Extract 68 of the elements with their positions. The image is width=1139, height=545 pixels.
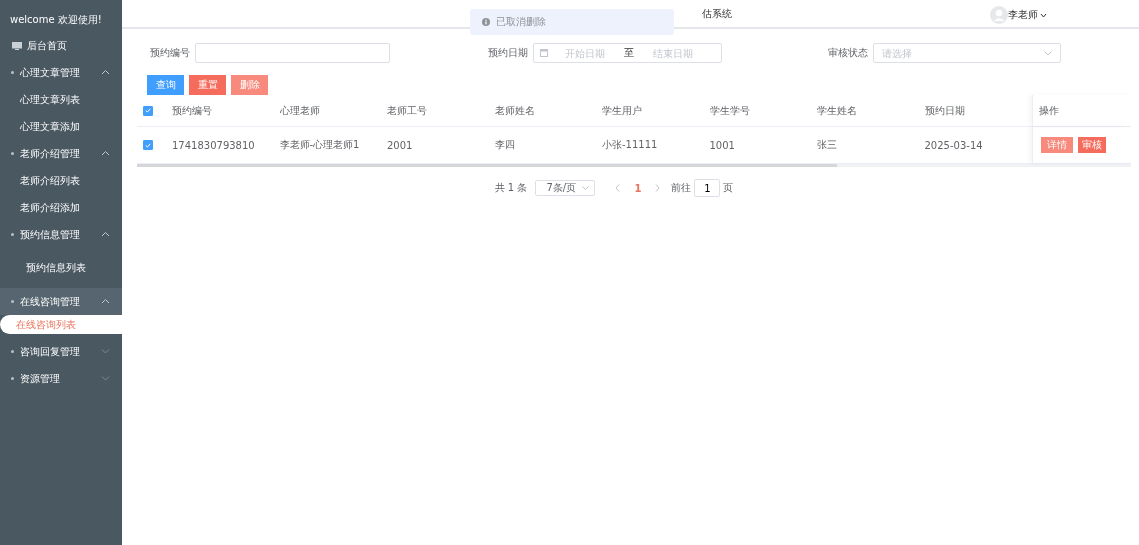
page-suffix: 页 (723, 181, 734, 195)
menu-group[interactable]: 咨询回复管理 (0, 338, 122, 365)
submenu-item[interactable]: 老师介绍列表 (0, 167, 122, 194)
menu-group-label: 老师介绍管理 (20, 146, 81, 161)
page-size-select[interactable]: 7条/页 (535, 180, 596, 196)
submenu-item[interactable]: 心理文章添加 (0, 113, 122, 140)
column-header: 预约编号 (172, 103, 213, 118)
bullet-icon (11, 233, 14, 236)
menu-group-label: 预约信息管理 (20, 227, 81, 242)
menu-group-label: 咨询回复管理 (20, 344, 81, 359)
monitor-icon (12, 41, 22, 50)
column-header: 操作 (1032, 95, 1131, 126)
menu-group-label: 在线咨询管理 (20, 294, 81, 309)
calendar-icon (540, 49, 548, 57)
table-cell-text: 2001 (387, 139, 414, 151)
table-cell-text: 张三 (817, 138, 838, 152)
system-title: 估系统 (702, 7, 732, 21)
total-count: 共 1 条 (494, 181, 528, 195)
caret-icon (1040, 12, 1047, 18)
toast-text: 已取消删除 (496, 15, 546, 29)
chevron-down-icon (1044, 50, 1052, 56)
range-separator: 至 (623, 46, 635, 60)
field-label: 预约编号 (150, 46, 190, 60)
menu-group[interactable]: 心理文章管理 (0, 59, 122, 86)
submenu-item[interactable]: 预约信息列表 (0, 248, 122, 288)
table-cell-text: 1741830793810 (172, 139, 256, 151)
bullet-icon (11, 300, 14, 303)
table-cell-text: 1001 (709, 139, 736, 151)
menu-group[interactable]: 预约信息管理 (0, 221, 122, 248)
table-cell-text: 小张-11111 (602, 138, 659, 152)
checkbox[interactable] (143, 105, 153, 116)
table-cell-text: 李老师-心理老师1 (279, 138, 361, 152)
bullet-icon (11, 350, 14, 353)
booking-number-field[interactable] (195, 43, 390, 63)
checkbox[interactable] (143, 140, 153, 150)
info-icon (482, 18, 490, 26)
chevron-left-icon (615, 184, 621, 192)
field-label: 预约日期 (488, 46, 528, 60)
menu-group[interactable]: 资源管理 (0, 365, 122, 392)
menu-item[interactable]: 后台首页 (0, 32, 122, 59)
column-header: 学生姓名 (817, 103, 858, 118)
horizontal-scrollbar[interactable] (137, 164, 1131, 167)
page-input[interactable]: 1 (694, 179, 721, 197)
bullet-icon (11, 152, 14, 155)
column-header: 老师工号 (387, 103, 428, 118)
menu-group[interactable]: 老师介绍管理 (0, 140, 122, 167)
column-header: 心理老师 (279, 103, 321, 118)
column-header: 学生学号 (709, 103, 751, 118)
submenu-item[interactable]: 老师介绍添加 (0, 194, 122, 221)
bullet-icon (11, 71, 14, 74)
chevron-down-icon (582, 186, 590, 190)
menu-group-label: 资源管理 (20, 371, 61, 386)
user-name: 李老师 (1008, 8, 1038, 22)
field-label: 审核状态 (828, 46, 868, 60)
chevron-right-icon (655, 184, 661, 192)
column-header: 学生用户 (602, 103, 643, 118)
user-menu[interactable]: 李老师 (990, 3, 1047, 24)
avatar-icon (990, 6, 1008, 24)
column-header: 预约日期 (924, 103, 966, 118)
goto-label: 前往 (671, 181, 692, 195)
welcome-text: welcome 欢迎使用! (9, 13, 103, 27)
bullet-icon (11, 377, 14, 380)
table-cell-text: 李四 (494, 138, 516, 152)
table-cell-text: 2025-03-14 (924, 139, 984, 151)
menu-group-label: 心理文章管理 (20, 65, 81, 80)
submenu-item[interactable]: 心理文章列表 (0, 86, 122, 113)
menu-group[interactable]: 在线咨询管理 (0, 288, 122, 315)
column-header: 老师姓名 (494, 103, 536, 118)
